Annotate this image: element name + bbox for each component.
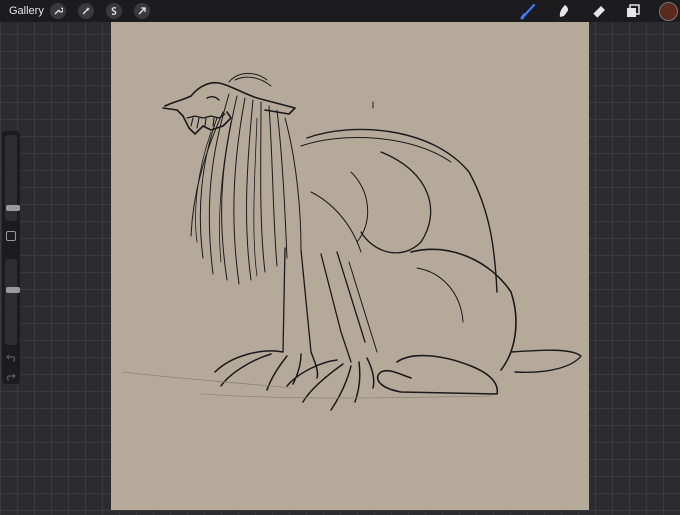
drawing-canvas[interactable] <box>111 22 589 510</box>
magic-wand-icon[interactable] <box>78 3 94 19</box>
sketch-of-maned-beast <box>122 73 582 411</box>
smudge-icon[interactable] <box>555 2 573 20</box>
undo-icon[interactable] <box>6 350 16 362</box>
redo-icon[interactable] <box>6 369 16 381</box>
layers-icon[interactable] <box>624 2 642 20</box>
transform-arrow-icon[interactable] <box>134 3 150 19</box>
top-toolbar: Gallery <box>0 0 680 22</box>
left-sidebar <box>2 131 20 384</box>
brush-size-thumb[interactable] <box>6 205 20 211</box>
brush-icon[interactable] <box>520 2 538 20</box>
brush-size-slider[interactable] <box>5 135 20 221</box>
eraser-icon[interactable] <box>590 2 608 20</box>
wrench-icon[interactable] <box>50 3 66 19</box>
selection-icon[interactable] <box>106 3 122 19</box>
color-swatch[interactable] <box>659 2 678 21</box>
modify-button[interactable] <box>6 231 16 241</box>
opacity-thumb[interactable] <box>6 287 20 293</box>
gallery-button[interactable]: Gallery <box>9 4 44 18</box>
opacity-slider[interactable] <box>5 259 20 345</box>
